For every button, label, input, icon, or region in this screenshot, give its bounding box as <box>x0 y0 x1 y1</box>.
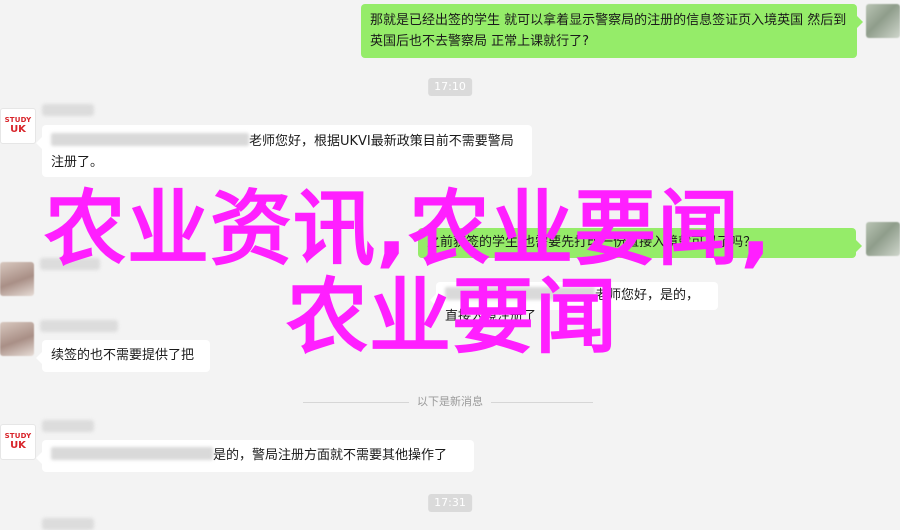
avatar-user[interactable] <box>0 322 34 356</box>
timestamp: 17:10 <box>428 78 472 96</box>
sender-name <box>42 518 94 530</box>
redacted-text <box>51 133 249 146</box>
avatar-study-uk[interactable]: STUDY UK <box>0 108 36 144</box>
avatar-study-uk[interactable]: STUDY UK <box>0 424 36 460</box>
avatar-user[interactable] <box>0 262 34 296</box>
message-text: 那就是已经出签的学生 就可以拿着显示警察局的注册的信息签证页入境英国 然后到英国… <box>370 13 847 49</box>
message-bubble-other[interactable]: 是的，警局注册方面就不需要其他操作了 <box>36 440 474 472</box>
message-text: 续签的也不需要提供了把 <box>51 348 195 363</box>
new-messages-label: 以下是新消息 <box>409 395 491 409</box>
redacted-text <box>51 447 213 460</box>
avatar-self[interactable] <box>866 222 900 256</box>
sender-name <box>40 320 118 332</box>
avatar-self[interactable] <box>866 4 900 38</box>
overlay-headline-line2: 农业要闻 <box>286 270 619 365</box>
message-bubble-other[interactable]: 老师您好，根据UKVI最新政策目前不需要警局注册了。 <box>36 125 532 177</box>
sender-name <box>42 420 94 432</box>
sender-name <box>42 104 94 116</box>
message-bubble-other[interactable]: 续签的也不需要提供了把 <box>36 340 210 372</box>
timestamp: 17:31 <box>428 494 472 512</box>
message-bubble-self[interactable]: 那就是已经出签的学生 就可以拿着显示警察局的注册的信息签证页入境英国 然后到英国… <box>361 4 863 58</box>
overlay-headline-line1: 农业资讯,农业要闻, <box>44 182 773 277</box>
message-text: 是的，警局注册方面就不需要其他操作了 <box>213 448 448 463</box>
